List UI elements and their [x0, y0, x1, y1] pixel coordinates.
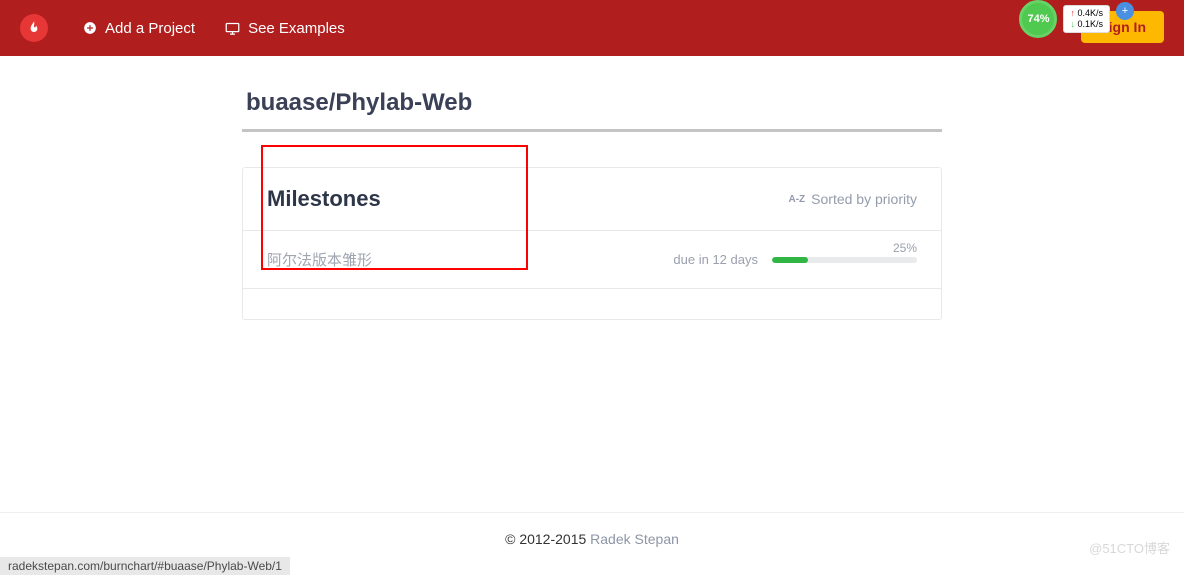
milestones-card: Milestones A-Z Sorted by priority 阿尔法版本雏… — [242, 167, 942, 320]
due-text: due in 12 days — [673, 252, 758, 267]
title-underline — [242, 129, 942, 132]
see-examples-link[interactable]: See Examples — [210, 20, 360, 37]
copyright-text: © 2012-2015 — [505, 531, 590, 547]
main-content: buaase/Phylab-Web Milestones A-Z Sorted … — [242, 81, 942, 320]
logo[interactable] — [0, 0, 68, 56]
arrow-up-icon: ↑ — [1070, 8, 1075, 18]
speed-stats: ↑ 0.4K/s ↓ 0.1K/s — [1063, 5, 1110, 33]
add-project-label: Add a Project — [105, 20, 195, 37]
add-project-link[interactable]: Add a Project — [68, 20, 210, 37]
card-header: Milestones A-Z Sorted by priority — [243, 168, 941, 231]
author-link[interactable]: Radek Stepan — [590, 531, 679, 547]
footer: © 2012-2015 Radek Stepan — [0, 512, 1184, 547]
sort-control[interactable]: A-Z Sorted by priority — [789, 191, 918, 207]
fire-icon — [20, 14, 48, 42]
milestones-heading: Milestones — [267, 186, 381, 212]
progress-fill — [772, 257, 808, 263]
progress-wrap: 25% — [772, 257, 917, 263]
sort-az-icon: A-Z — [789, 194, 806, 205]
status-bar: radekstepan.com/burnchart/#buaase/Phylab… — [0, 557, 290, 575]
milestone-name: 阿尔法版本雏形 — [267, 249, 372, 270]
page-title: buaase/Phylab-Web — [242, 81, 942, 129]
progress-bar — [772, 257, 917, 263]
add-circle-icon[interactable]: + — [1116, 2, 1134, 20]
card-footer — [243, 289, 941, 319]
sort-label: Sorted by priority — [811, 191, 917, 207]
arrow-down-icon: ↓ — [1070, 19, 1075, 29]
see-examples-label: See Examples — [248, 20, 345, 37]
percent-label: 25% — [893, 241, 917, 255]
plus-circle-icon — [83, 21, 97, 35]
milestone-meta: due in 12 days 25% — [673, 252, 917, 267]
milestone-row[interactable]: 阿尔法版本雏形 due in 12 days 25% — [243, 231, 941, 289]
percent-badge: 74% — [1019, 0, 1057, 38]
watermark: @51CTO博客 — [1089, 538, 1170, 557]
monitor-icon — [225, 22, 240, 35]
speed-widget: 74% ↑ 0.4K/s ↓ 0.1K/s + — [1019, 0, 1134, 38]
navbar: Add a Project See Examples Sign In 74% ↑… — [0, 0, 1184, 56]
